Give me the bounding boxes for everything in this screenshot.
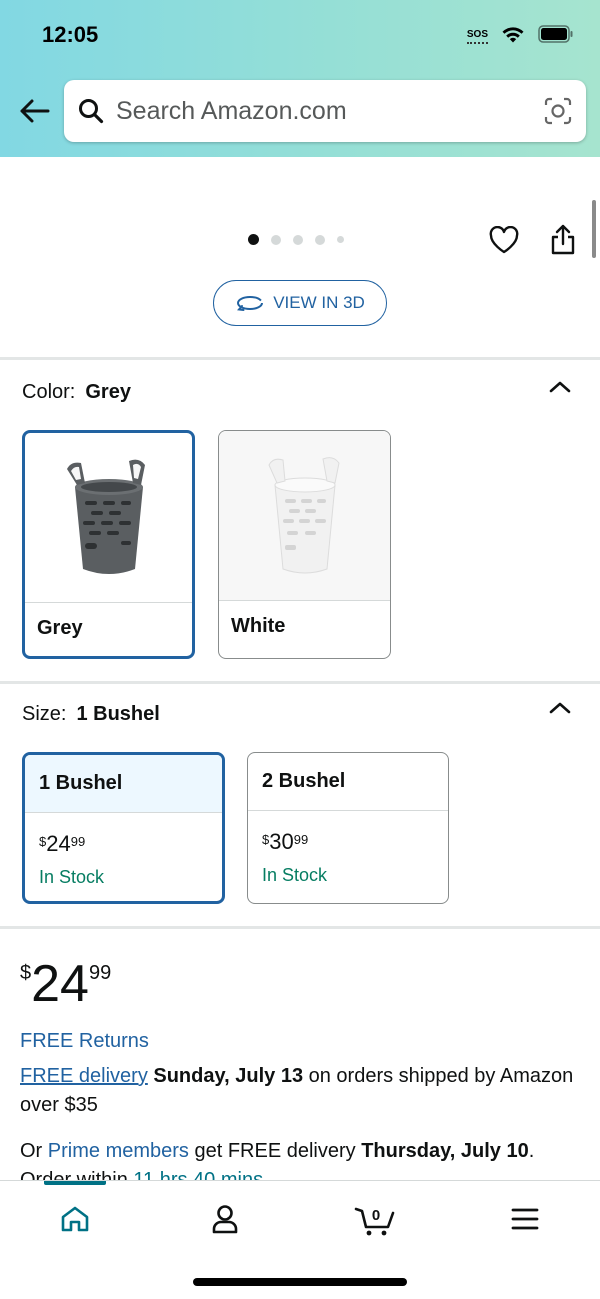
price-symbol: $ <box>262 832 270 847</box>
price-whole: 30 <box>269 829 294 854</box>
gallery-pagination <box>248 234 344 245</box>
pagination-dot[interactable] <box>293 234 303 245</box>
price-fraction: 99 <box>88 962 112 984</box>
header: 12:05 SOS <box>0 0 600 157</box>
cart-icon: 0 <box>354 1207 395 1236</box>
order-within-time: 11 hrs 40 mins <box>133 1169 264 1180</box>
size-option-price: $2499 <box>25 813 222 857</box>
scrollbar[interactable] <box>592 200 596 258</box>
share-icon[interactable] <box>549 224 577 261</box>
size-option-1-bushel[interactable]: 1 Bushel $2499 In Stock <box>22 752 225 904</box>
price-fraction: 99 <box>293 832 309 847</box>
nav-active-indicator <box>44 1181 106 1185</box>
price-symbol: $ <box>20 962 32 984</box>
free-returns-link[interactable]: FREE Returns <box>20 1027 580 1056</box>
prime-delivery-message: Or Prime members get FREE delivery Thurs… <box>20 1137 580 1180</box>
menu-icon <box>511 1208 539 1230</box>
nav-cart[interactable]: 0 <box>336 1199 416 1239</box>
color-selected-value: Grey <box>85 381 131 403</box>
price-whole: 24 <box>46 831 71 856</box>
prime-prefix: Or <box>20 1140 48 1162</box>
status-time: 12:05 <box>42 22 99 47</box>
size-option-2-bushel[interactable]: 2 Bushel $3099 In Stock <box>247 752 449 904</box>
product-price: $2499 <box>20 954 111 1014</box>
wishlist-heart-icon[interactable] <box>488 225 520 259</box>
pagination-dot[interactable] <box>248 234 259 245</box>
battery-icon <box>538 25 574 48</box>
size-option-price: $3099 <box>248 811 448 855</box>
price-fraction: 99 <box>70 834 86 849</box>
camera-lens-icon[interactable] <box>544 97 572 125</box>
nav-home[interactable] <box>35 1199 115 1239</box>
collapse-size-chevron-icon[interactable] <box>546 699 574 722</box>
collapse-color-chevron-icon[interactable] <box>546 378 574 401</box>
free-delivery-link[interactable]: FREE delivery <box>20 1065 148 1087</box>
account-icon <box>212 1205 238 1234</box>
delivery-date: Sunday, July 13 <box>153 1065 304 1087</box>
back-button[interactable] <box>14 91 54 131</box>
nav-account[interactable] <box>185 1199 265 1239</box>
prime-mid: get FREE delivery <box>188 1140 362 1162</box>
search-input[interactable] <box>116 96 544 126</box>
search-icon <box>79 99 104 124</box>
divider <box>0 681 600 684</box>
color-label: Color: <box>22 381 76 403</box>
search-box[interactable] <box>64 80 586 142</box>
order-within-prefix: Order within <box>20 1169 134 1180</box>
grey-basket-image <box>25 433 192 603</box>
stock-status: In Stock <box>262 865 328 885</box>
pagination-dot[interactable] <box>315 234 325 245</box>
price-whole: 24 <box>31 955 89 1013</box>
home-indicator[interactable] <box>193 1278 407 1286</box>
prime-members-link[interactable]: Prime members <box>48 1140 189 1162</box>
wifi-icon <box>500 24 526 49</box>
home-icon <box>61 1206 89 1232</box>
size-selected-value: 1 Bushel <box>76 703 160 725</box>
rotate-3d-icon <box>237 296 264 311</box>
status-icons: SOS <box>466 24 574 49</box>
stock-status: In Stock <box>39 867 105 887</box>
nav-menu[interactable] <box>485 1199 565 1239</box>
back-arrow-icon <box>20 99 50 123</box>
pagination-dot[interactable] <box>271 234 281 245</box>
size-label: Size: <box>22 703 67 725</box>
color-row-label: Color: Grey <box>22 381 131 404</box>
color-swatch-label: Grey <box>37 617 83 639</box>
prime-suffix: . <box>528 1140 535 1162</box>
size-option-name: 1 Bushel <box>25 755 222 813</box>
search-row <box>14 80 586 142</box>
pagination-dot[interactable] <box>337 236 344 243</box>
size-option-name: 2 Bushel <box>248 753 448 811</box>
view-in-3d-button[interactable]: VIEW IN 3D <box>213 280 387 326</box>
sos-indicator: SOS <box>466 29 488 44</box>
prime-delivery-date: Thursday, July 10 <box>361 1140 529 1162</box>
color-swatch-grey[interactable]: Grey <box>22 430 195 659</box>
white-basket-image <box>219 431 390 601</box>
divider <box>0 357 600 360</box>
view-in-3d-label: VIEW IN 3D <box>273 293 365 312</box>
size-row-label: Size: 1 Bushel <box>22 703 160 726</box>
divider <box>0 926 600 929</box>
price-symbol: $ <box>39 834 47 849</box>
cart-count: 0 <box>372 1207 380 1224</box>
color-swatch-label: White <box>231 615 286 637</box>
color-swatch-white[interactable]: White <box>218 430 391 659</box>
delivery-message: FREE delivery Sunday, July 13 on orders … <box>20 1062 580 1120</box>
